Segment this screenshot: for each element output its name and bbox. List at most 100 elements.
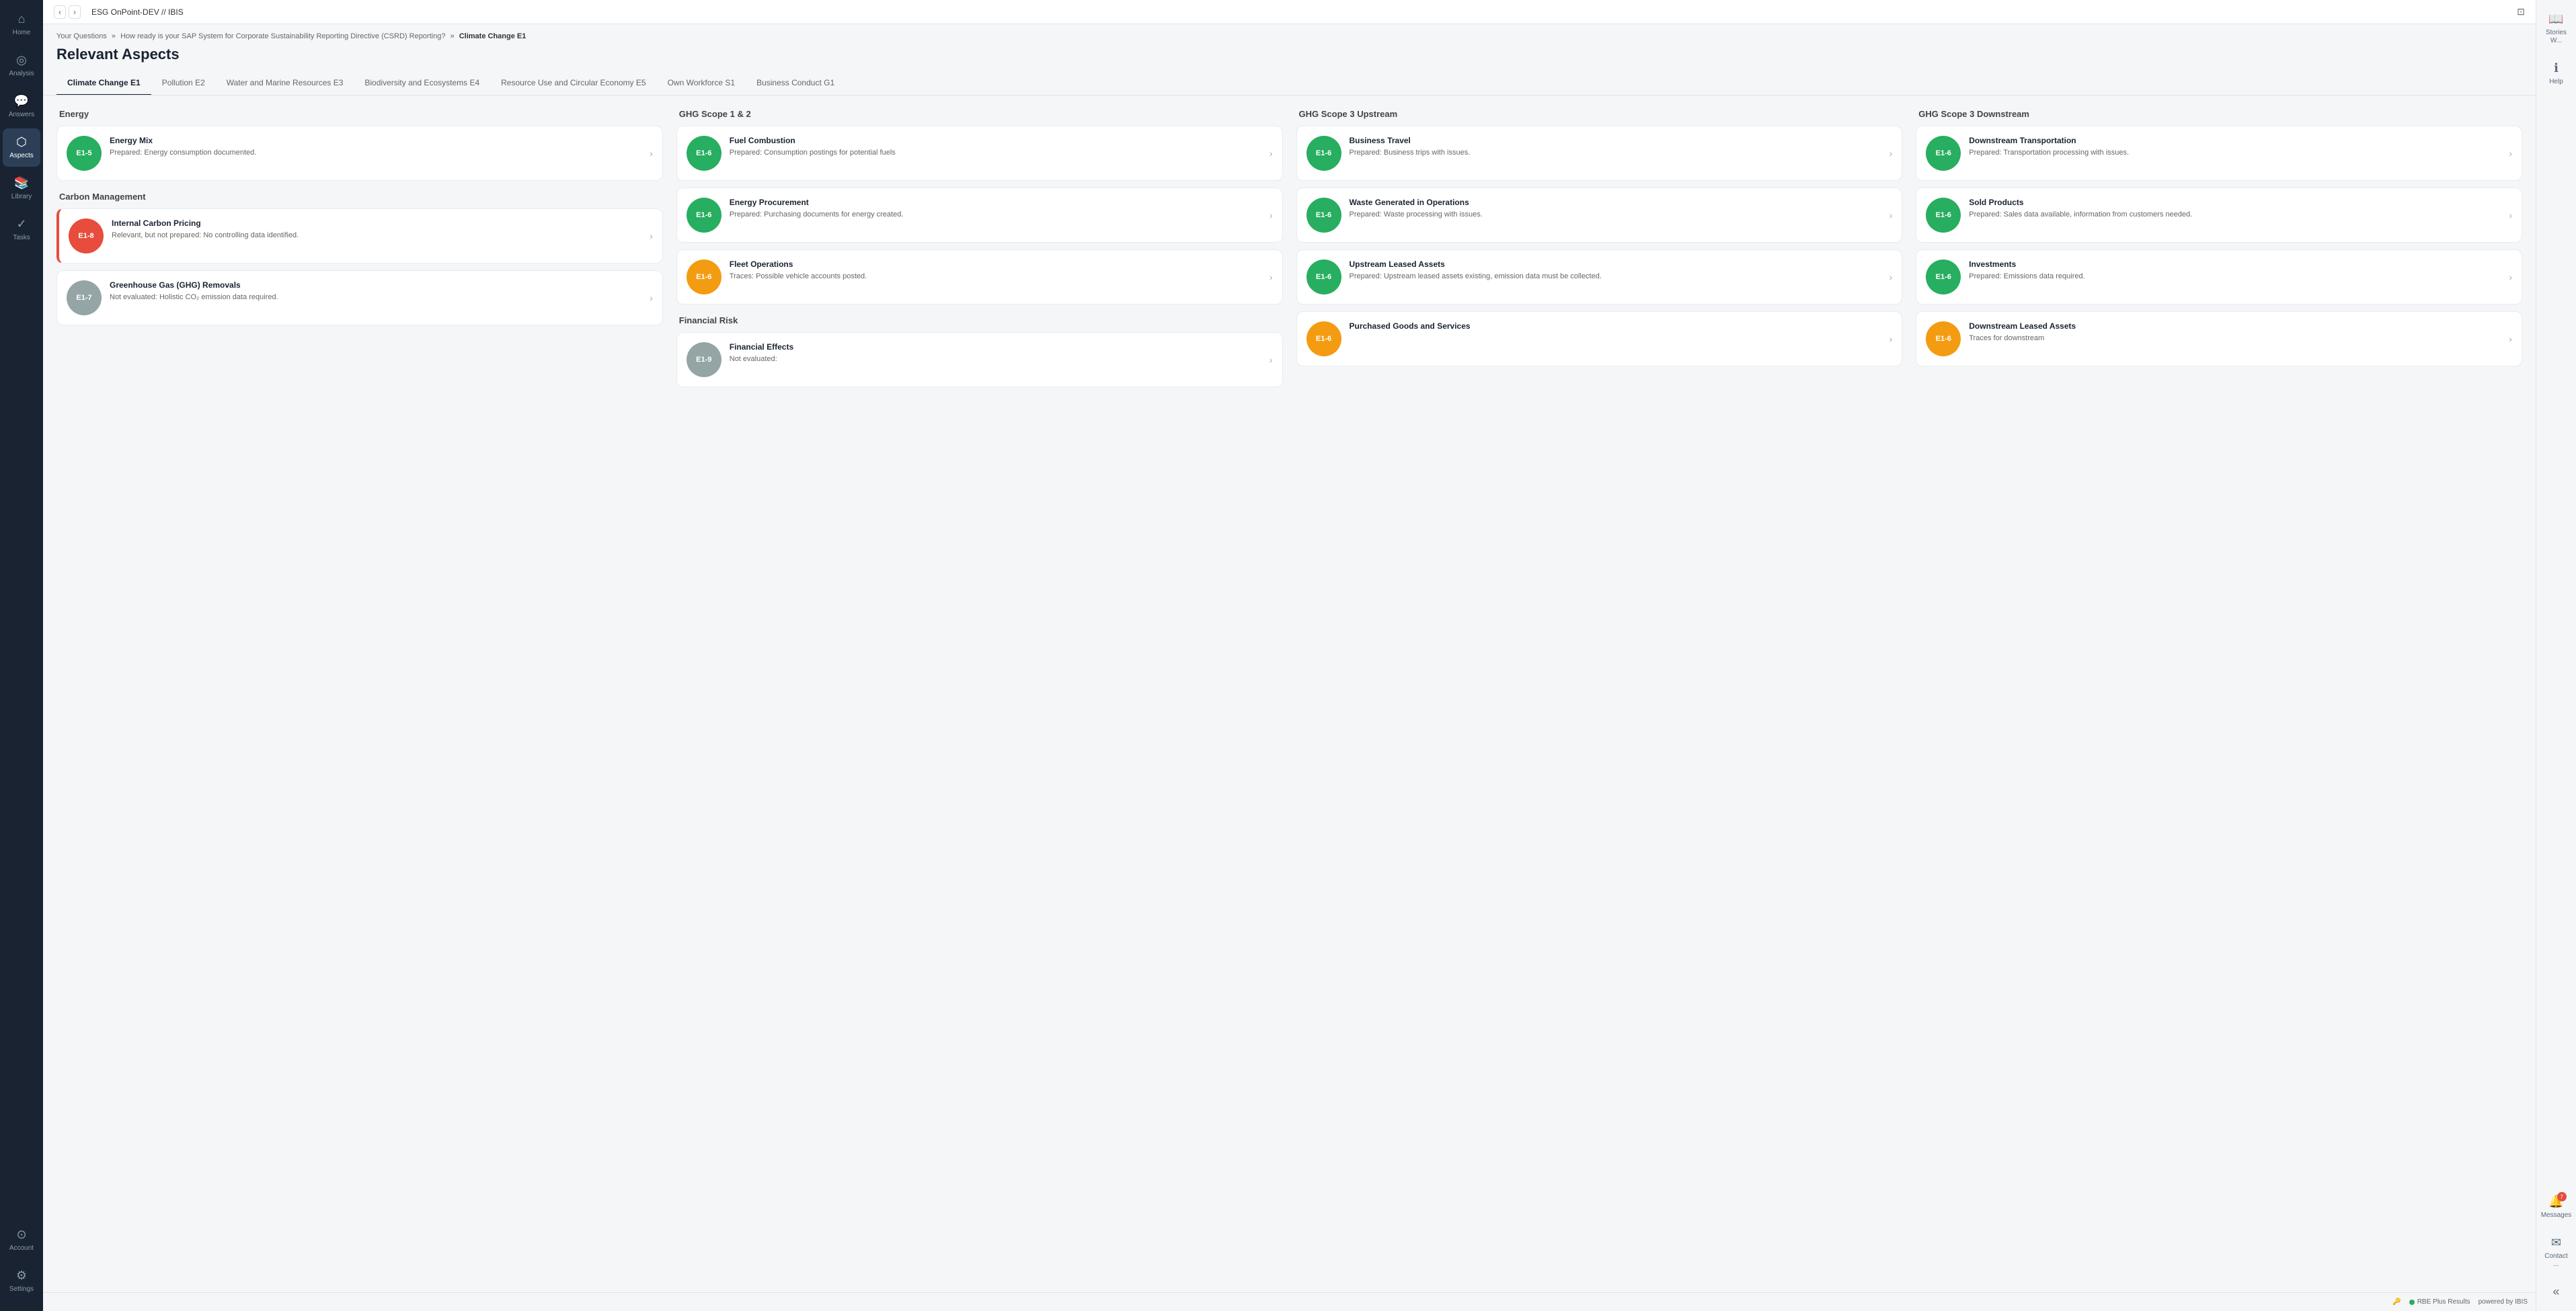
sidebar-item-account[interactable]: ⊙ Account (3, 1221, 40, 1259)
tabs-container: Climate Change E1 Pollution E2 Water and… (43, 71, 2536, 95)
answers-icon: 💬 (14, 94, 29, 108)
sidebar-item-aspects[interactable]: ⬡ Aspects (3, 128, 40, 167)
card-carbon-pricing[interactable]: E1-8 Internal Carbon Pricing Relevant, b… (56, 208, 663, 264)
card-energy-procurement-desc: Prepared: Purchasing documents for energ… (730, 210, 1261, 220)
card-downstream-trans-title: Downstream Transportation (1969, 136, 2501, 145)
card-badge-e1-5: E1-5 (67, 136, 102, 171)
col-carbon-section: Carbon Management E1-8 Internal Carbon P… (56, 192, 663, 325)
page-title: Relevant Aspects (43, 40, 2536, 63)
card-upstream-leased[interactable]: E1-6 Upstream Leased Assets Prepared: Up… (1296, 249, 1903, 305)
home-icon: ⌂ (18, 12, 26, 26)
breadcrumb-current: Climate Change E1 (459, 32, 526, 40)
sidebar-item-analysis[interactable]: ◎ Analysis (3, 46, 40, 85)
library-icon: 📚 (14, 176, 29, 190)
breadcrumb-part1[interactable]: Your Questions (56, 32, 107, 40)
chevron-right-icon: › (1889, 148, 1893, 159)
sidebar-item-settings[interactable]: ⚙ Settings (3, 1262, 40, 1300)
col-energy-carbon: Energy E1-5 Energy Mix Prepared: Energy … (56, 109, 663, 394)
card-investments-desc: Prepared: Emissions data required. (1969, 272, 2501, 282)
window-controls: ⊡ (2517, 6, 2525, 17)
card-business-travel[interactable]: E1-6 Business Travel Prepared: Business … (1296, 126, 1903, 181)
card-ghg-removals[interactable]: E1-7 Greenhouse Gas (GHG) Removals Not e… (56, 270, 663, 325)
card-upstream-leased-content: Upstream Leased Assets Prepared: Upstrea… (1350, 260, 1881, 282)
rbe-label: RBE Plus Results (2417, 1298, 2470, 1306)
card-financial-effects[interactable]: E1-9 Financial Effects Not evaluated: › (676, 332, 1283, 387)
status-icon: 🔑 (2392, 1298, 2401, 1306)
forward-button[interactable]: › (69, 5, 81, 19)
card-energy-mix-title: Energy Mix (110, 136, 641, 145)
tab-business[interactable]: Business Conduct G1 (746, 71, 845, 95)
card-ghg-removals-desc: Not evaluated: Holistic CO₂ emission dat… (110, 292, 641, 303)
back-button[interactable]: ‹ (54, 5, 66, 19)
window-minimize-button[interactable]: ⊡ (2517, 6, 2525, 17)
sidebar-item-library[interactable]: 📚 Library (3, 169, 40, 208)
card-ghg-removals-content: Greenhouse Gas (GHG) Removals Not evalua… (110, 280, 641, 303)
rbe-logo: RBE Plus Results (2409, 1298, 2470, 1306)
card-energy-procurement[interactable]: E1-6 Energy Procurement Prepared: Purcha… (676, 188, 1283, 243)
chevron-right-icon: › (2509, 272, 2512, 282)
analysis-icon: ◎ (16, 53, 27, 67)
right-sidebar-collapse[interactable]: « (2538, 1278, 2575, 1306)
card-upstream-leased-desc: Prepared: Upstream leased assets existin… (1350, 272, 1881, 282)
sidebar-item-answers[interactable]: 💬 Answers (3, 87, 40, 126)
card-energy-procurement-content: Energy Procurement Prepared: Purchasing … (730, 198, 1261, 220)
collapse-icon: « (2552, 1285, 2559, 1299)
card-sold-products-title: Sold Products (1969, 198, 2501, 207)
card-energy-mix[interactable]: E1-5 Energy Mix Prepared: Energy consump… (56, 126, 663, 181)
content-area: Energy E1-5 Energy Mix Prepared: Energy … (43, 95, 2536, 1292)
right-sidebar-help-label: Help (2549, 78, 2563, 86)
card-downstream-trans[interactable]: E1-6 Downstream Transportation Prepared:… (1916, 126, 2522, 181)
chevron-right-icon: › (2509, 210, 2512, 221)
sidebar-item-tasks-label: Tasks (13, 234, 30, 242)
sidebar-item-library-label: Library (11, 193, 32, 201)
breadcrumb-sep2: » (451, 32, 455, 40)
card-badge-e1-6-purchased: E1-6 (1306, 321, 1341, 356)
sidebar-item-account-label: Account (9, 1244, 34, 1253)
breadcrumb-part2[interactable]: How ready is your SAP System for Corpora… (120, 32, 445, 40)
card-fuel-combustion-title: Fuel Combustion (730, 136, 1261, 145)
card-badge-e1-8: E1-8 (69, 218, 104, 253)
card-investments-content: Investments Prepared: Emissions data req… (1969, 260, 2501, 282)
chevron-right-icon: › (1270, 210, 1273, 221)
card-fuel-combustion-desc: Prepared: Consumption postings for poten… (730, 148, 1261, 158)
card-fuel-combustion[interactable]: E1-6 Fuel Combustion Prepared: Consumpti… (676, 126, 1283, 181)
right-sidebar-messages[interactable]: 🔔 7 Messages (2538, 1188, 2575, 1226)
card-financial-effects-desc: Not evaluated: (730, 354, 1261, 364)
right-sidebar-stories-label: Stories W... (2542, 29, 2571, 45)
col-ghg3up-title: GHG Scope 3 Upstream (1296, 109, 1903, 119)
card-downstream-lease[interactable]: E1-6 Downstream Leased Assets Traces for… (1916, 311, 2522, 366)
card-sold-products-content: Sold Products Prepared: Sales data avail… (1969, 198, 2501, 220)
tab-resource[interactable]: Resource Use and Circular Economy E5 (490, 71, 656, 95)
col-ghg12-title: GHG Scope 1 & 2 (676, 109, 1283, 119)
sidebar-item-answers-label: Answers (9, 111, 34, 119)
right-sidebar-contact[interactable]: ✉ Contact ... (2538, 1229, 2575, 1275)
settings-icon: ⚙ (16, 1269, 27, 1283)
right-sidebar-stories[interactable]: 📖 Stories W... (2538, 5, 2575, 52)
card-sold-products[interactable]: E1-6 Sold Products Prepared: Sales data … (1916, 188, 2522, 243)
tab-workforce[interactable]: Own Workforce S1 (657, 71, 746, 95)
card-badge-e1-6-sold: E1-6 (1926, 198, 1961, 233)
chevron-right-icon: › (1270, 354, 1273, 365)
sidebar-item-tasks[interactable]: ✓ Tasks (3, 210, 40, 249)
tab-biodiversity[interactable]: Biodiversity and Ecosystems E4 (354, 71, 490, 95)
card-upstream-leased-title: Upstream Leased Assets (1350, 260, 1881, 269)
card-investments[interactable]: E1-6 Investments Prepared: Emissions dat… (1916, 249, 2522, 305)
tab-climate[interactable]: Climate Change E1 (56, 71, 151, 95)
card-carbon-pricing-title: Internal Carbon Pricing (112, 218, 641, 228)
col-ghg3up: GHG Scope 3 Upstream E1-6 Business Trave… (1296, 109, 1903, 394)
card-waste-generated[interactable]: E1-6 Waste Generated in Operations Prepa… (1296, 188, 1903, 243)
card-downstream-lease-title: Downstream Leased Assets (1969, 321, 2501, 331)
card-badge-e1-9: E1-9 (687, 342, 721, 377)
chevron-right-icon: › (1889, 272, 1893, 282)
tab-water[interactable]: Water and Marine Resources E3 (216, 71, 354, 95)
card-business-travel-desc: Prepared: Business trips with issues. (1350, 148, 1881, 158)
card-fleet-operations[interactable]: E1-6 Fleet Operations Traces: Possible v… (676, 249, 1283, 305)
card-purchased-goods[interactable]: E1-6 Purchased Goods and Services › (1296, 311, 1903, 366)
card-carbon-pricing-desc: Relevant, but not prepared: No controlli… (112, 231, 641, 241)
right-sidebar-help[interactable]: ℹ Help (2538, 54, 2575, 93)
sidebar-item-home[interactable]: ⌂ Home (3, 5, 40, 44)
breadcrumb-sep1: » (112, 32, 116, 40)
col-financial-title: Financial Risk (676, 315, 1283, 325)
account-icon: ⊙ (16, 1228, 26, 1242)
tab-pollution[interactable]: Pollution E2 (151, 71, 216, 95)
